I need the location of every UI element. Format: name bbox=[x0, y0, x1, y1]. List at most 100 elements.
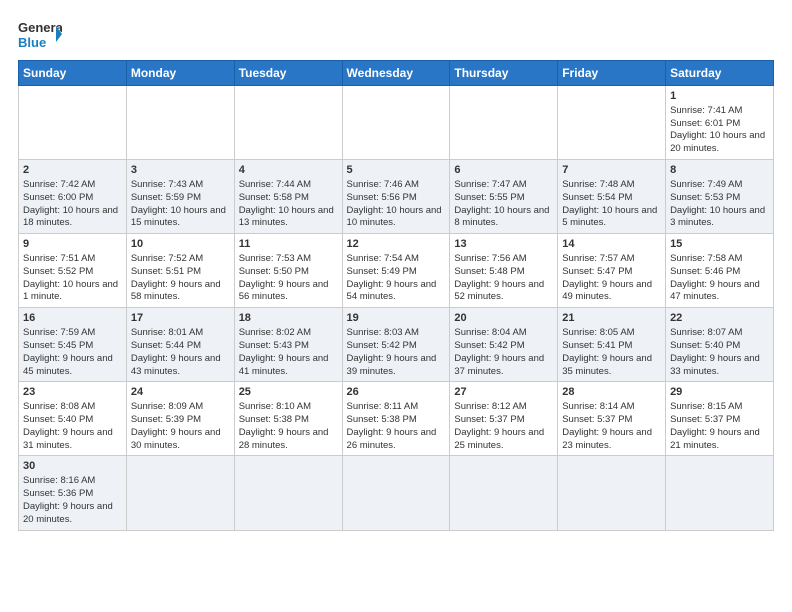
day-info: Sunrise: 7:41 AM Sunset: 6:01 PM Dayligh… bbox=[670, 105, 765, 154]
calendar-day-22: 22Sunrise: 8:07 AM Sunset: 5:40 PM Dayli… bbox=[666, 308, 774, 382]
calendar-day-6: 6Sunrise: 7:47 AM Sunset: 5:55 PM Daylig… bbox=[450, 160, 558, 234]
calendar-day-12: 12Sunrise: 7:54 AM Sunset: 5:49 PM Dayli… bbox=[342, 234, 450, 308]
calendar-day-21: 21Sunrise: 8:05 AM Sunset: 5:41 PM Dayli… bbox=[558, 308, 666, 382]
day-number: 12 bbox=[347, 237, 446, 252]
calendar-day-25: 25Sunrise: 8:10 AM Sunset: 5:38 PM Dayli… bbox=[234, 382, 342, 456]
calendar-day-14: 14Sunrise: 7:57 AM Sunset: 5:47 PM Dayli… bbox=[558, 234, 666, 308]
day-number: 6 bbox=[454, 163, 553, 178]
calendar-day-8: 8Sunrise: 7:49 AM Sunset: 5:53 PM Daylig… bbox=[666, 160, 774, 234]
calendar-day-11: 11Sunrise: 7:53 AM Sunset: 5:50 PM Dayli… bbox=[234, 234, 342, 308]
day-info: Sunrise: 7:51 AM Sunset: 5:52 PM Dayligh… bbox=[23, 253, 118, 302]
calendar-day-19: 19Sunrise: 8:03 AM Sunset: 5:42 PM Dayli… bbox=[342, 308, 450, 382]
day-number: 5 bbox=[347, 163, 446, 178]
calendar-empty-cell bbox=[234, 86, 342, 160]
day-info: Sunrise: 8:04 AM Sunset: 5:42 PM Dayligh… bbox=[454, 327, 544, 376]
day-info: Sunrise: 8:08 AM Sunset: 5:40 PM Dayligh… bbox=[23, 401, 113, 450]
calendar-day-16: 16Sunrise: 7:59 AM Sunset: 5:45 PM Dayli… bbox=[19, 308, 127, 382]
calendar-empty-cell bbox=[234, 456, 342, 530]
day-number: 11 bbox=[239, 237, 338, 252]
calendar-table: SundayMondayTuesdayWednesdayThursdayFrid… bbox=[18, 60, 774, 531]
day-info: Sunrise: 7:47 AM Sunset: 5:55 PM Dayligh… bbox=[454, 179, 549, 228]
calendar-day-9: 9Sunrise: 7:51 AM Sunset: 5:52 PM Daylig… bbox=[19, 234, 127, 308]
day-number: 13 bbox=[454, 237, 553, 252]
calendar-week-row: 23Sunrise: 8:08 AM Sunset: 5:40 PM Dayli… bbox=[19, 382, 774, 456]
logo-svg: General Blue bbox=[18, 18, 62, 50]
day-info: Sunrise: 8:02 AM Sunset: 5:43 PM Dayligh… bbox=[239, 327, 329, 376]
calendar-week-row: 16Sunrise: 7:59 AM Sunset: 5:45 PM Dayli… bbox=[19, 308, 774, 382]
calendar-empty-cell bbox=[342, 86, 450, 160]
calendar-day-20: 20Sunrise: 8:04 AM Sunset: 5:42 PM Dayli… bbox=[450, 308, 558, 382]
day-info: Sunrise: 8:15 AM Sunset: 5:37 PM Dayligh… bbox=[670, 401, 760, 450]
day-number: 2 bbox=[23, 163, 122, 178]
day-info: Sunrise: 7:49 AM Sunset: 5:53 PM Dayligh… bbox=[670, 179, 765, 228]
page: General Blue SundayMondayTuesdayWednesda… bbox=[0, 0, 792, 612]
calendar-empty-cell bbox=[450, 456, 558, 530]
day-number: 19 bbox=[347, 311, 446, 326]
logo: General Blue bbox=[18, 18, 62, 50]
day-info: Sunrise: 8:12 AM Sunset: 5:37 PM Dayligh… bbox=[454, 401, 544, 450]
calendar-day-3: 3Sunrise: 7:43 AM Sunset: 5:59 PM Daylig… bbox=[126, 160, 234, 234]
calendar-header-row: SundayMondayTuesdayWednesdayThursdayFrid… bbox=[19, 61, 774, 86]
day-number: 15 bbox=[670, 237, 769, 252]
day-number: 17 bbox=[131, 311, 230, 326]
day-number: 7 bbox=[562, 163, 661, 178]
weekday-header-saturday: Saturday bbox=[666, 61, 774, 86]
day-info: Sunrise: 7:58 AM Sunset: 5:46 PM Dayligh… bbox=[670, 253, 760, 302]
calendar-empty-cell bbox=[558, 456, 666, 530]
calendar-day-23: 23Sunrise: 8:08 AM Sunset: 5:40 PM Dayli… bbox=[19, 382, 127, 456]
calendar-week-row: 2Sunrise: 7:42 AM Sunset: 6:00 PM Daylig… bbox=[19, 160, 774, 234]
calendar-day-1: 1Sunrise: 7:41 AM Sunset: 6:01 PM Daylig… bbox=[666, 86, 774, 160]
day-info: Sunrise: 8:09 AM Sunset: 5:39 PM Dayligh… bbox=[131, 401, 221, 450]
day-info: Sunrise: 8:16 AM Sunset: 5:36 PM Dayligh… bbox=[23, 475, 113, 524]
calendar-day-15: 15Sunrise: 7:58 AM Sunset: 5:46 PM Dayli… bbox=[666, 234, 774, 308]
day-number: 4 bbox=[239, 163, 338, 178]
day-number: 25 bbox=[239, 385, 338, 400]
header: General Blue bbox=[18, 18, 774, 50]
calendar-empty-cell bbox=[126, 456, 234, 530]
day-number: 28 bbox=[562, 385, 661, 400]
weekday-header-sunday: Sunday bbox=[19, 61, 127, 86]
calendar-week-row: 9Sunrise: 7:51 AM Sunset: 5:52 PM Daylig… bbox=[19, 234, 774, 308]
day-number: 23 bbox=[23, 385, 122, 400]
day-number: 18 bbox=[239, 311, 338, 326]
day-number: 24 bbox=[131, 385, 230, 400]
day-number: 8 bbox=[670, 163, 769, 178]
day-number: 21 bbox=[562, 311, 661, 326]
calendar-week-row: 1Sunrise: 7:41 AM Sunset: 6:01 PM Daylig… bbox=[19, 86, 774, 160]
day-info: Sunrise: 8:11 AM Sunset: 5:38 PM Dayligh… bbox=[347, 401, 437, 450]
day-info: Sunrise: 7:44 AM Sunset: 5:58 PM Dayligh… bbox=[239, 179, 334, 228]
calendar-day-10: 10Sunrise: 7:52 AM Sunset: 5:51 PM Dayli… bbox=[126, 234, 234, 308]
calendar-day-18: 18Sunrise: 8:02 AM Sunset: 5:43 PM Dayli… bbox=[234, 308, 342, 382]
day-info: Sunrise: 7:53 AM Sunset: 5:50 PM Dayligh… bbox=[239, 253, 329, 302]
weekday-header-thursday: Thursday bbox=[450, 61, 558, 86]
calendar-day-24: 24Sunrise: 8:09 AM Sunset: 5:39 PM Dayli… bbox=[126, 382, 234, 456]
calendar-day-27: 27Sunrise: 8:12 AM Sunset: 5:37 PM Dayli… bbox=[450, 382, 558, 456]
calendar-empty-cell bbox=[19, 86, 127, 160]
calendar-empty-cell bbox=[558, 86, 666, 160]
day-number: 27 bbox=[454, 385, 553, 400]
day-info: Sunrise: 7:43 AM Sunset: 5:59 PM Dayligh… bbox=[131, 179, 226, 228]
day-info: Sunrise: 7:56 AM Sunset: 5:48 PM Dayligh… bbox=[454, 253, 544, 302]
day-info: Sunrise: 7:59 AM Sunset: 5:45 PM Dayligh… bbox=[23, 327, 113, 376]
day-info: Sunrise: 7:46 AM Sunset: 5:56 PM Dayligh… bbox=[347, 179, 442, 228]
day-number: 30 bbox=[23, 459, 122, 474]
day-number: 9 bbox=[23, 237, 122, 252]
calendar-day-30: 30Sunrise: 8:16 AM Sunset: 5:36 PM Dayli… bbox=[19, 456, 127, 530]
weekday-header-wednesday: Wednesday bbox=[342, 61, 450, 86]
day-info: Sunrise: 7:54 AM Sunset: 5:49 PM Dayligh… bbox=[347, 253, 437, 302]
day-number: 3 bbox=[131, 163, 230, 178]
day-info: Sunrise: 7:52 AM Sunset: 5:51 PM Dayligh… bbox=[131, 253, 221, 302]
calendar-day-26: 26Sunrise: 8:11 AM Sunset: 5:38 PM Dayli… bbox=[342, 382, 450, 456]
calendar-week-row: 30Sunrise: 8:16 AM Sunset: 5:36 PM Dayli… bbox=[19, 456, 774, 530]
weekday-header-monday: Monday bbox=[126, 61, 234, 86]
day-info: Sunrise: 8:10 AM Sunset: 5:38 PM Dayligh… bbox=[239, 401, 329, 450]
day-number: 20 bbox=[454, 311, 553, 326]
day-info: Sunrise: 8:14 AM Sunset: 5:37 PM Dayligh… bbox=[562, 401, 652, 450]
day-number: 10 bbox=[131, 237, 230, 252]
calendar-day-7: 7Sunrise: 7:48 AM Sunset: 5:54 PM Daylig… bbox=[558, 160, 666, 234]
weekday-header-friday: Friday bbox=[558, 61, 666, 86]
day-number: 29 bbox=[670, 385, 769, 400]
calendar-day-2: 2Sunrise: 7:42 AM Sunset: 6:00 PM Daylig… bbox=[19, 160, 127, 234]
calendar-day-29: 29Sunrise: 8:15 AM Sunset: 5:37 PM Dayli… bbox=[666, 382, 774, 456]
calendar-empty-cell bbox=[126, 86, 234, 160]
